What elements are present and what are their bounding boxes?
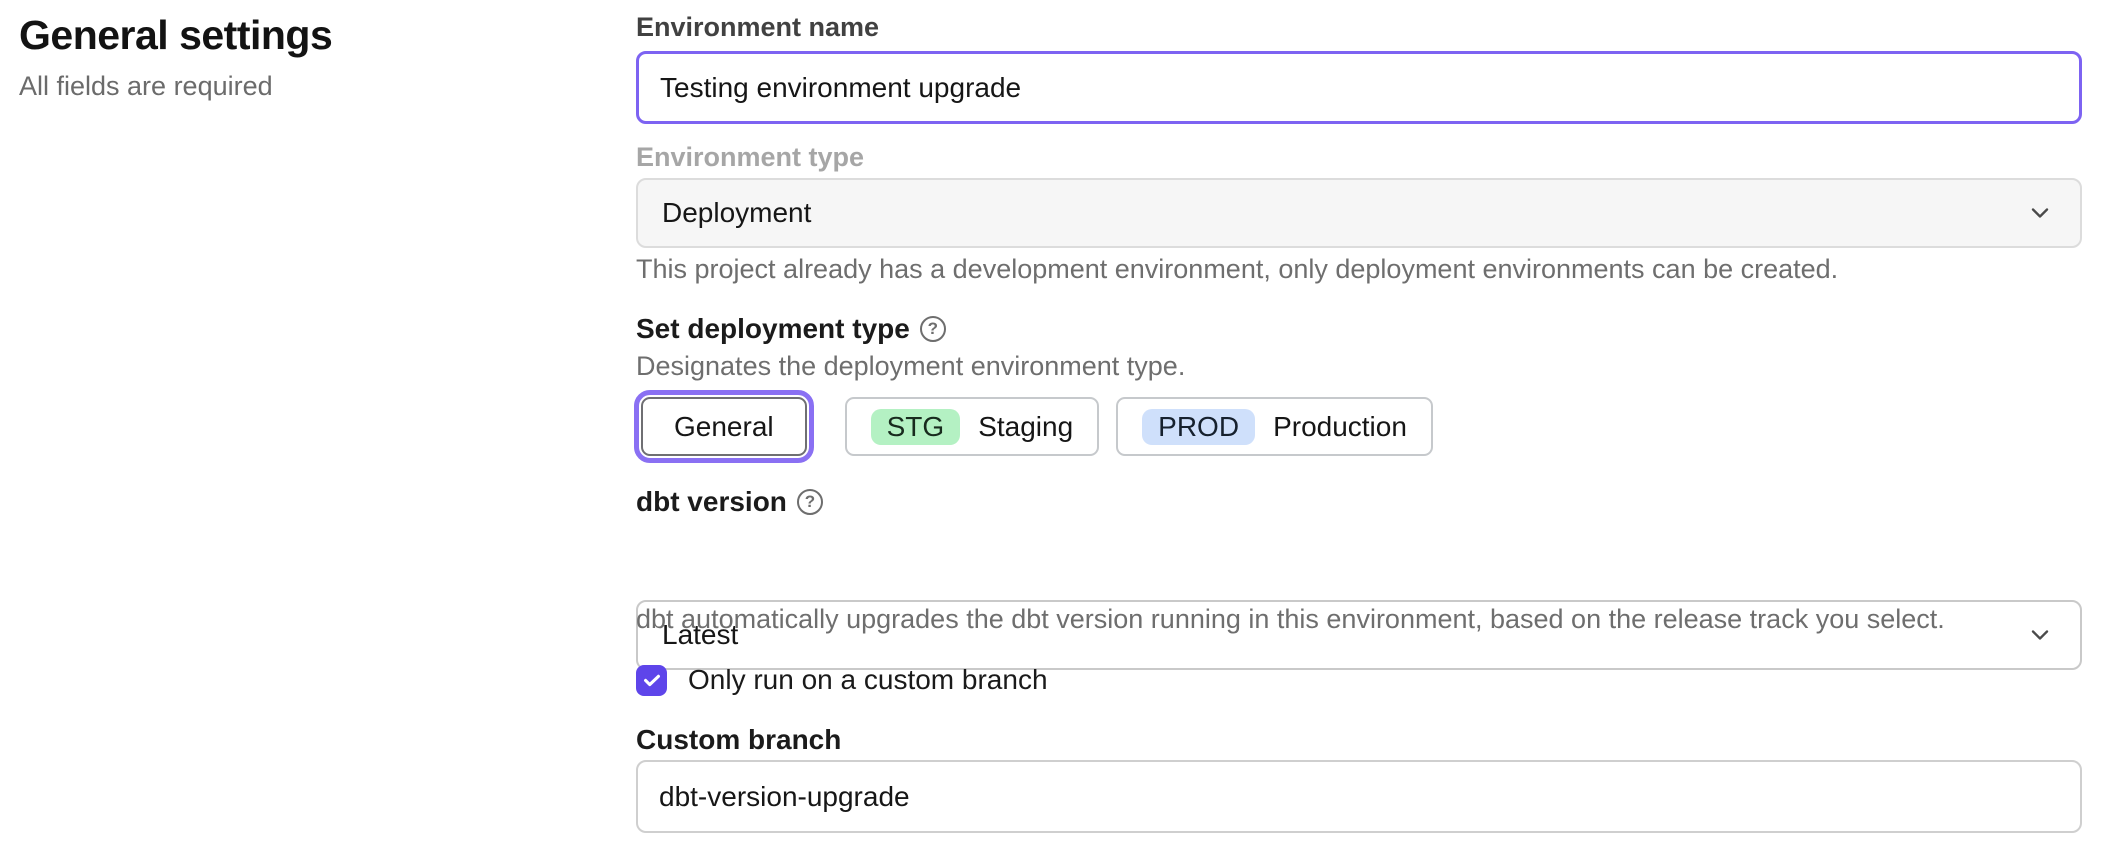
staging-badge: STG — [871, 409, 961, 445]
deployment-type-production-button[interactable]: PROD Production — [1116, 397, 1433, 456]
production-badge: PROD — [1142, 409, 1255, 445]
environment-type-helper: This project already has a development e… — [636, 254, 2082, 285]
environment-name-input[interactable] — [636, 51, 2082, 124]
deployment-type-label: Set deployment type ? — [636, 313, 2082, 345]
dbt-version-label: dbt version ? — [636, 486, 2082, 518]
chevron-down-icon — [2026, 199, 2054, 227]
help-icon[interactable]: ? — [920, 316, 946, 342]
page-title: General settings — [19, 12, 332, 59]
custom-branch-toggle-row: Only run on a custom branch — [636, 664, 2082, 696]
deployment-type-description: Designates the deployment environment ty… — [636, 351, 2082, 382]
page-subtitle: All fields are required — [19, 71, 332, 102]
help-icon[interactable]: ? — [797, 489, 823, 515]
deployment-type-options: General STG Staging PROD Production — [636, 388, 2082, 465]
deployment-type-staging-button[interactable]: STG Staging — [845, 397, 1100, 456]
environment-name-label: Environment name — [636, 12, 2082, 43]
environment-type-value: Deployment — [662, 197, 811, 229]
environment-type-select: Deployment — [636, 178, 2082, 248]
custom-branch-input[interactable] — [636, 760, 2082, 833]
settings-header: General settings All fields are required — [19, 12, 332, 102]
environment-type-label: Environment type — [636, 142, 2082, 173]
custom-branch-checkbox[interactable] — [636, 665, 667, 696]
deployment-type-general-button[interactable]: General — [641, 397, 807, 456]
custom-branch-label: Custom branch — [636, 724, 2082, 756]
custom-branch-toggle-label[interactable]: Only run on a custom branch — [688, 664, 1048, 696]
dbt-version-helper: dbt automatically upgrades the dbt versi… — [636, 604, 2082, 635]
environment-settings-form: Environment name Environment type Deploy… — [636, 0, 2082, 864]
checkmark-icon — [641, 669, 663, 691]
